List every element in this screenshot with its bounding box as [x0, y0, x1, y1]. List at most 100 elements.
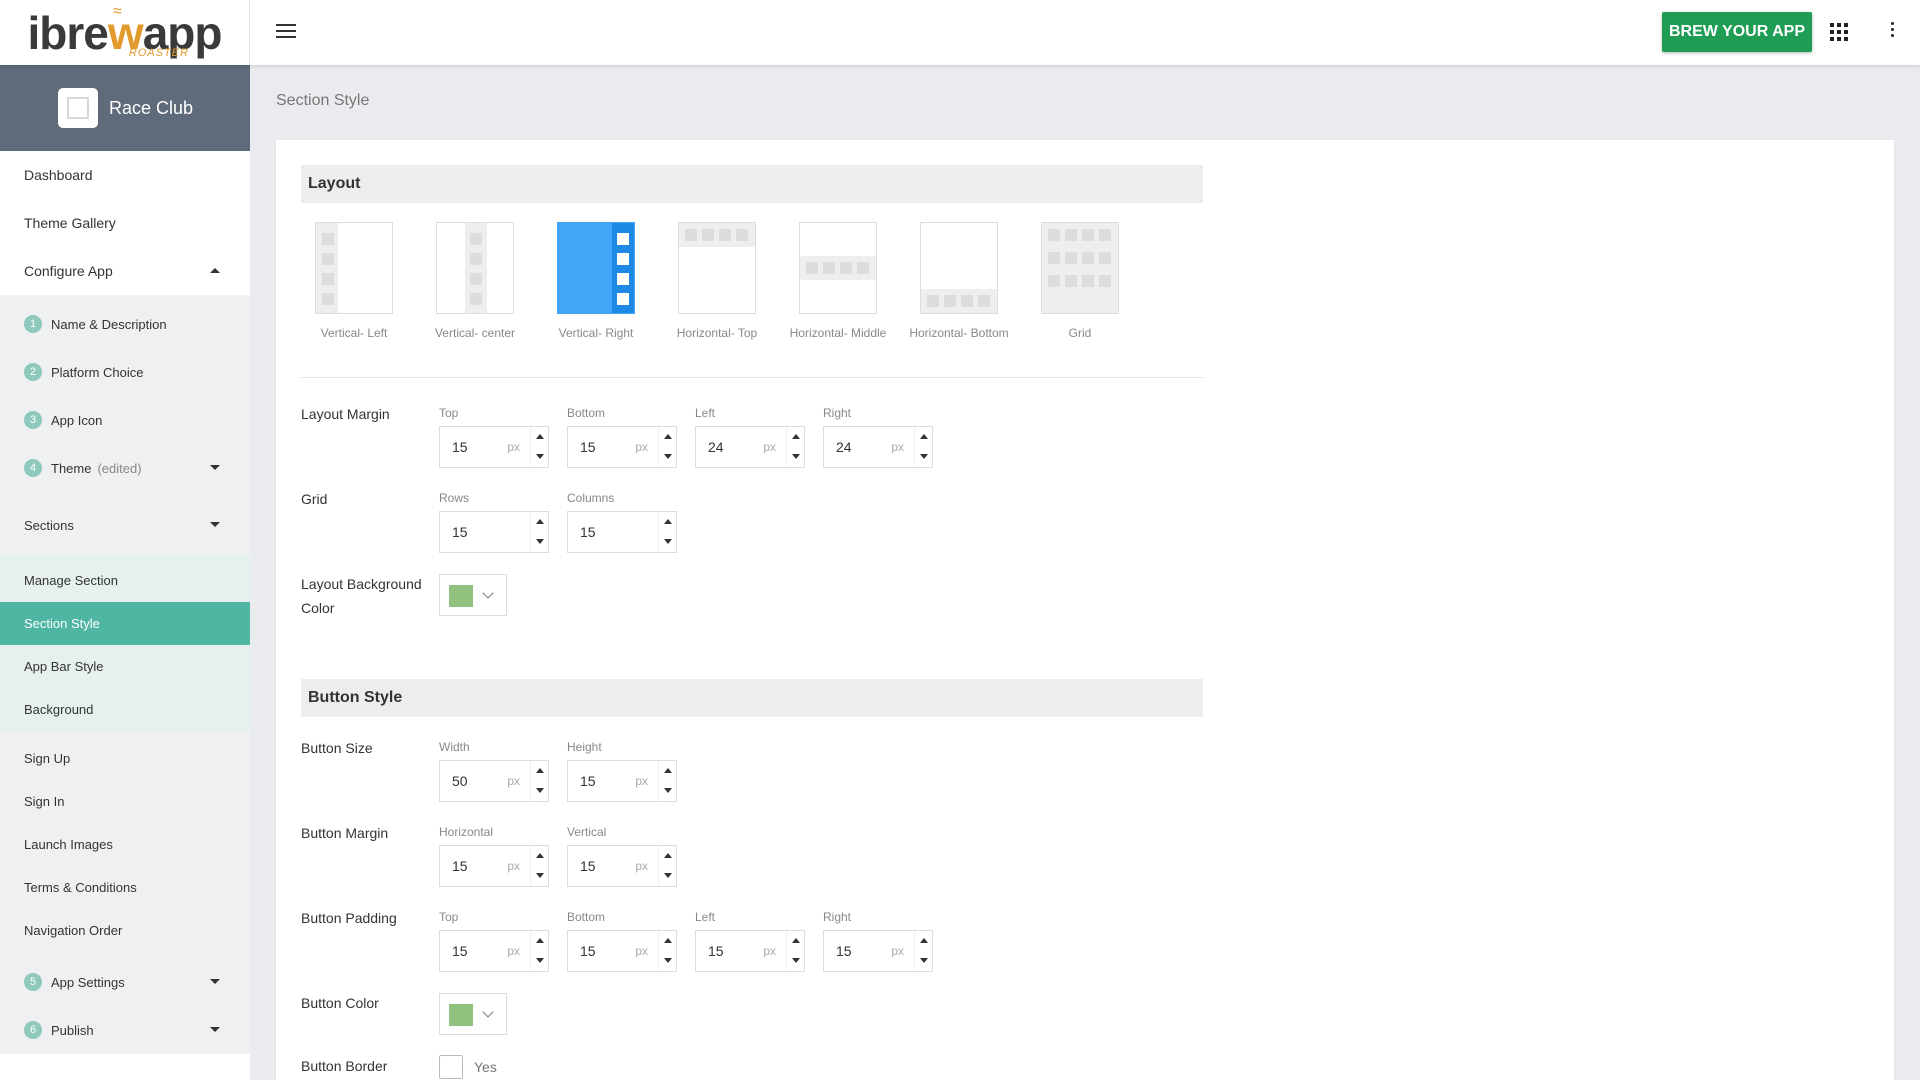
- button-color-picker[interactable]: [439, 993, 507, 1035]
- sidebar-item-label: Sections: [24, 517, 74, 533]
- stepper[interactable]: [786, 427, 804, 467]
- grid-columns-input[interactable]: 15: [567, 511, 677, 553]
- layout-margin-label: Layout Margin: [301, 406, 390, 422]
- stepper[interactable]: [658, 761, 676, 801]
- sidebar-item-terms-conditions[interactable]: Terms & Conditions: [0, 866, 250, 909]
- layout-margin-bottom-input[interactable]: 15 px: [567, 426, 677, 468]
- layout-option-label: Grid: [1068, 326, 1092, 340]
- button-width-input[interactable]: 50 px: [439, 760, 549, 802]
- step-app-icon[interactable]: 3 App Icon: [0, 396, 250, 444]
- layout-margin-top-input[interactable]: 15 px: [439, 426, 549, 468]
- stepper[interactable]: [658, 931, 676, 971]
- sidebar-item-sign-in[interactable]: Sign In: [0, 780, 250, 823]
- width-label: Width: [439, 740, 470, 754]
- input-value: 15: [708, 943, 724, 959]
- layout-option-vertical-right[interactable]: Vertical- Right: [536, 222, 656, 340]
- stepper[interactable]: [658, 846, 676, 886]
- button-padding-top-input[interactable]: 15 px: [439, 930, 549, 972]
- apps-grid-icon[interactable]: [1830, 23, 1848, 41]
- caret-up-icon: [210, 268, 220, 273]
- layout-option-horizontal-bottom[interactable]: Horizontal- Bottom: [899, 222, 1019, 340]
- step-theme[interactable]: 4 Theme (edited): [0, 444, 250, 492]
- step-label: App Settings: [51, 974, 125, 990]
- input-value: 15: [580, 439, 596, 455]
- margin-top-label: Top: [439, 406, 459, 420]
- sidebar-item-navigation-order[interactable]: Navigation Order: [0, 909, 250, 952]
- layout-option-horizontal-middle[interactable]: Horizontal- Middle: [778, 222, 898, 340]
- layout-option-horizontal-top[interactable]: Horizontal- Top: [657, 222, 777, 340]
- chevron-down-icon: [482, 587, 494, 599]
- chevron-down-icon: [482, 1006, 494, 1018]
- button-padding-right-input[interactable]: 15 px: [823, 930, 933, 972]
- sidebar-item-configure-app[interactable]: Configure App: [0, 247, 250, 295]
- button-style-section-header: Button Style: [301, 679, 1203, 717]
- stepper[interactable]: [914, 427, 932, 467]
- stepper[interactable]: [530, 931, 548, 971]
- sidebar: Race Club Dashboard Theme Gallery Config…: [0, 65, 250, 1080]
- hamburger-menu-icon[interactable]: [274, 20, 298, 44]
- logo-text: ibrewapp: [27, 6, 223, 59]
- sidebar-item-dashboard[interactable]: Dashboard: [0, 151, 250, 199]
- sidebar-item-theme-gallery[interactable]: Theme Gallery: [0, 199, 250, 247]
- logo-subtitle: ROASTER: [128, 47, 189, 59]
- layout-margin-left-input[interactable]: 24 px: [695, 426, 805, 468]
- unit-label: px: [635, 440, 648, 454]
- stepper[interactable]: [914, 931, 932, 971]
- ibrewapp-logo[interactable]: ≈ ibrewapp ROASTER: [0, 0, 250, 65]
- sidebar-item-manage-section[interactable]: Manage Section: [0, 559, 250, 602]
- layout-bg-color-picker[interactable]: [439, 574, 507, 616]
- stepper[interactable]: [530, 427, 548, 467]
- unit-label: px: [507, 859, 520, 873]
- stepper[interactable]: [530, 512, 548, 552]
- unit-label: px: [891, 944, 904, 958]
- padding-left-label: Left: [695, 910, 716, 924]
- stepper[interactable]: [530, 846, 548, 886]
- sidebar-item-launch-images[interactable]: Launch Images: [0, 823, 250, 866]
- button-padding-bottom-input[interactable]: 15 px: [567, 930, 677, 972]
- edited-note: (edited): [97, 460, 142, 476]
- other-pages-list: Sign Up Sign In Launch Images Terms & Co…: [0, 731, 250, 958]
- columns-label: Columns: [567, 491, 615, 505]
- caret-down-icon: [210, 522, 220, 527]
- input-value: 15: [452, 943, 468, 959]
- button-padding-left-input[interactable]: 15 px: [695, 930, 805, 972]
- button-margin-horizontal-input[interactable]: 15 px: [439, 845, 549, 887]
- stepper[interactable]: [786, 931, 804, 971]
- button-height-input[interactable]: 15 px: [567, 760, 677, 802]
- layout-option-vertical-left[interactable]: Vertical- Left: [294, 222, 414, 340]
- sidebar-item-app-bar-style[interactable]: App Bar Style: [0, 645, 250, 688]
- layout-margin-right-input[interactable]: 24 px: [823, 426, 933, 468]
- sidebar-item-sections[interactable]: Sections: [0, 496, 250, 554]
- step-publish[interactable]: 6 Publish: [0, 1006, 250, 1054]
- brew-your-app-button[interactable]: BREW YOUR APP: [1662, 12, 1812, 52]
- unit-label: px: [635, 944, 648, 958]
- section-style-card: Layout Vertical- Left Vertical- center V…: [276, 140, 1894, 1080]
- sidebar-item-section-style[interactable]: Section Style: [0, 602, 250, 645]
- sidebar-item-sign-up[interactable]: Sign Up: [0, 737, 250, 780]
- stepper[interactable]: [658, 512, 676, 552]
- unit-label: px: [891, 440, 904, 454]
- grid-rows-input[interactable]: 15: [439, 511, 549, 553]
- step-label: App Icon: [51, 412, 103, 428]
- margin-left-label: Left: [695, 406, 716, 420]
- vertical-label: Vertical: [567, 825, 607, 839]
- button-color-label: Button Color: [301, 995, 379, 1011]
- button-border-checkbox[interactable]: [439, 1055, 463, 1079]
- unit-label: px: [507, 440, 520, 454]
- layout-option-grid[interactable]: Grid: [1020, 222, 1140, 340]
- stepper[interactable]: [658, 427, 676, 467]
- layout-option-vertical-center[interactable]: Vertical- center: [415, 222, 535, 340]
- unit-label: px: [763, 944, 776, 958]
- step-app-settings[interactable]: 5 App Settings: [0, 958, 250, 1006]
- unit-label: px: [507, 944, 520, 958]
- more-options-icon[interactable]: [1889, 22, 1895, 42]
- caret-down-icon: [210, 979, 220, 984]
- button-margin-vertical-input[interactable]: 15 px: [567, 845, 677, 887]
- layout-option-label: Horizontal- Top: [676, 326, 758, 340]
- step-platform-choice[interactable]: 2 Platform Choice: [0, 348, 250, 396]
- app-name: Race Club: [109, 97, 194, 118]
- sidebar-item-background[interactable]: Background: [0, 688, 250, 731]
- sections-submenu: Manage Section Section Style App Bar Sty…: [0, 554, 250, 731]
- stepper[interactable]: [530, 761, 548, 801]
- step-name-description[interactable]: 1 Name & Description: [0, 300, 250, 348]
